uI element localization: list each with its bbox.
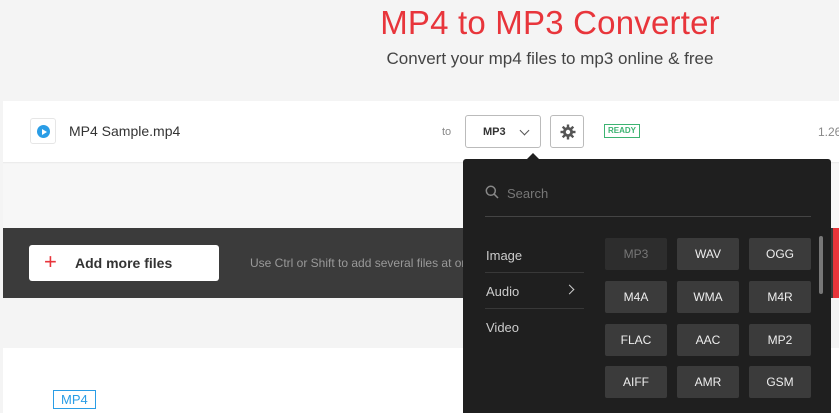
settings-button[interactable] bbox=[550, 115, 584, 148]
category-audio[interactable]: Audio bbox=[485, 273, 584, 309]
chevron-right-icon bbox=[564, 284, 575, 295]
format-option-amr[interactable]: AMR bbox=[677, 366, 739, 398]
file-thumbnail bbox=[30, 118, 56, 144]
format-option-wav[interactable]: WAV bbox=[677, 238, 739, 270]
plus-icon: + bbox=[44, 249, 57, 274]
file-row: MP4 Sample.mp4 to MP3 READY 1.26 bbox=[3, 101, 839, 163]
search-icon bbox=[485, 185, 499, 199]
add-more-files-button[interactable]: + Add more files bbox=[29, 245, 219, 281]
category-image[interactable]: Image bbox=[485, 237, 584, 273]
add-files-label: Add more files bbox=[75, 255, 173, 271]
format-option-m4r[interactable]: M4R bbox=[749, 281, 811, 313]
selected-format: MP3 bbox=[483, 126, 506, 138]
format-option-flac[interactable]: FLAC bbox=[605, 324, 667, 356]
source-format-badge: MP4 bbox=[53, 390, 96, 409]
to-label: to bbox=[442, 126, 452, 138]
category-label: Audio bbox=[486, 284, 520, 299]
chevron-down-icon bbox=[519, 125, 530, 136]
page-title: MP4 to MP3 Converter bbox=[380, 4, 720, 41]
status-badge: READY bbox=[604, 124, 641, 138]
format-option-ogg[interactable]: OGG bbox=[749, 238, 811, 270]
format-dropdown: Image Audio Video MP3 WAV OGG M4A WMA M4… bbox=[463, 153, 831, 413]
file-size: 1.26 bbox=[818, 125, 839, 139]
format-option-mp3: MP3 bbox=[605, 238, 667, 270]
category-label: Image bbox=[486, 248, 523, 263]
format-option-aac[interactable]: AAC bbox=[677, 324, 739, 356]
page-subtitle: Convert your mp4 files to mp3 online & f… bbox=[386, 49, 714, 68]
format-option-mp2[interactable]: MP2 bbox=[749, 324, 811, 356]
gear-icon bbox=[560, 124, 576, 140]
format-option-aiff[interactable]: AIFF bbox=[605, 366, 667, 398]
play-icon bbox=[37, 125, 50, 138]
convert-button-edge[interactable] bbox=[833, 228, 839, 298]
category-video[interactable]: Video bbox=[485, 309, 584, 345]
format-option-wma[interactable]: WMA bbox=[677, 281, 739, 313]
page-header: MP4 to MP3 Converter Convert your mp4 fi… bbox=[0, 0, 839, 100]
output-format-select[interactable]: MP3 bbox=[465, 115, 541, 148]
multi-select-hint: Use Ctrl or Shift to add several files a… bbox=[250, 256, 464, 270]
format-search bbox=[485, 179, 811, 217]
dropdown-scrollbar[interactable] bbox=[819, 236, 823, 294]
file-name: MP4 Sample.mp4 bbox=[69, 123, 181, 139]
category-label: Video bbox=[486, 320, 520, 335]
format-option-gsm[interactable]: GSM bbox=[749, 366, 811, 398]
format-search-input[interactable] bbox=[507, 183, 807, 203]
format-option-m4a[interactable]: M4A bbox=[605, 281, 667, 313]
